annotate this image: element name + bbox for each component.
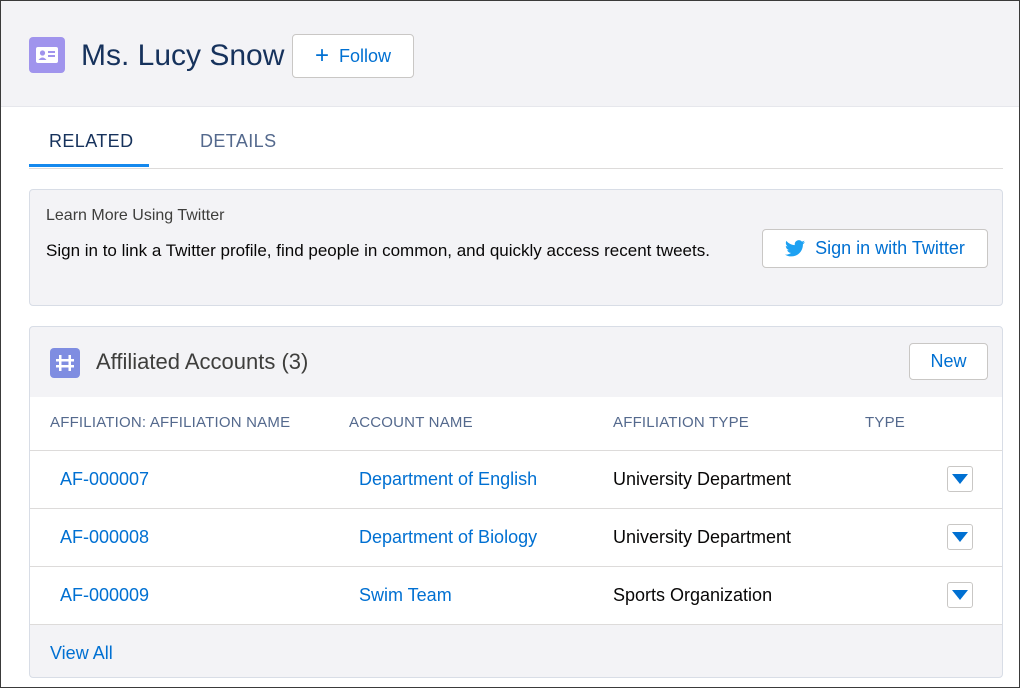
new-affiliation-button[interactable]: New: [909, 343, 988, 380]
tab-related[interactable]: RELATED: [49, 131, 134, 152]
sign-in-twitter-label: Sign in with Twitter: [815, 238, 965, 258]
record-title: Ms. Lucy Snow: [81, 39, 285, 72]
row-actions-button[interactable]: [947, 524, 973, 550]
contact-card-icon: [29, 37, 65, 73]
record-header: Ms. Lucy Snow + Follow: [1, 1, 1019, 107]
twitter-card: Learn More Using Twitter Sign in to link…: [29, 189, 1003, 306]
account-name-link[interactable]: Department of Biology: [359, 527, 537, 548]
column-header-account-name[interactable]: ACCOUNT NAME: [349, 414, 473, 431]
table-row: AF-000007 Department of English Universi…: [30, 451, 1002, 509]
affiliation-type: Sports Organization: [613, 585, 773, 605]
affiliation-name-link[interactable]: AF-000007: [60, 469, 149, 490]
active-tab-indicator: [29, 164, 149, 167]
follow-button[interactable]: + Follow: [292, 34, 414, 78]
row-actions-button[interactable]: [947, 582, 973, 608]
column-header-affiliation-name[interactable]: AFFILIATION: AFFILIATION NAME: [50, 414, 290, 431]
table-header: AFFILIATION: AFFILIATION NAME ACCOUNT NA…: [30, 397, 1002, 451]
affiliated-accounts-title: Affiliated Accounts (3): [96, 349, 309, 374]
row-actions-button[interactable]: [947, 466, 973, 492]
twitter-bird-icon: [785, 240, 806, 257]
affiliation-name-link[interactable]: AF-000008: [60, 527, 149, 548]
column-header-type[interactable]: TYPE: [865, 414, 905, 431]
record-tabs: RELATED DETAILS: [29, 119, 1003, 169]
column-header-affiliation-type[interactable]: AFFILIATION TYPE: [613, 414, 749, 431]
affiliated-accounts-card: Affiliated Accounts (3) New AFFILIATION:…: [29, 326, 1003, 678]
sign-in-twitter-button[interactable]: Sign in with Twitter: [762, 229, 988, 268]
chevron-down-icon: [952, 590, 968, 600]
twitter-heading: Learn More Using Twitter: [46, 207, 225, 224]
twitter-description: Sign in to link a Twitter profile, find …: [46, 241, 710, 260]
account-name-link[interactable]: Department of English: [359, 469, 537, 490]
view-all-link[interactable]: View All: [50, 643, 113, 664]
affiliation-type: University Department: [613, 527, 792, 547]
account-name-link[interactable]: Swim Team: [359, 585, 452, 606]
chevron-down-icon: [952, 474, 968, 484]
tab-details[interactable]: DETAILS: [200, 131, 277, 152]
table-row: AF-000009 Swim Team Sports Organization: [30, 567, 1002, 625]
affiliation-name-link[interactable]: AF-000009: [60, 585, 149, 606]
plus-icon: +: [314, 42, 329, 69]
table-row: AF-000008 Department of Biology Universi…: [30, 509, 1002, 567]
affiliation-icon: [50, 348, 80, 378]
chevron-down-icon: [952, 532, 968, 542]
follow-label: Follow: [339, 45, 392, 66]
affiliation-type: University Department: [613, 469, 792, 489]
app-frame: Ms. Lucy Snow + Follow RELATED DETAILS L…: [0, 0, 1020, 688]
